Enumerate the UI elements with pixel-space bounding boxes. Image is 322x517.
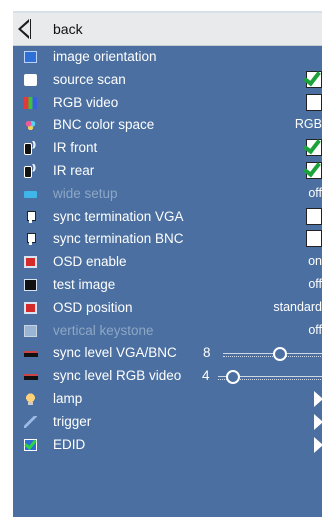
osd-position-value: standard <box>273 299 322 314</box>
menu-item-osd-enable[interactable]: OSD enable on <box>13 251 322 274</box>
menu-item-label: vertical keystone <box>53 322 154 338</box>
sync-level-rgb-video-knob[interactable] <box>226 370 240 385</box>
menu-item-label: lamp <box>53 390 83 406</box>
menu-item-osd-position[interactable]: OSD position standard <box>13 297 322 320</box>
menu-item-label: BNC color space <box>53 117 155 133</box>
menu-item-label: wide setup <box>53 185 118 201</box>
wide-setup-value: off <box>308 185 322 200</box>
osd-position-icon <box>24 301 37 314</box>
sync-termination-vga-icon <box>24 210 37 223</box>
test-image-icon <box>24 278 37 291</box>
osd-enable-value: on <box>308 254 322 269</box>
menu-item-sync-termination-vga[interactable]: sync termination VGA <box>13 206 322 229</box>
lamp-icon <box>24 392 37 405</box>
ir-rear-checkbox[interactable] <box>306 161 322 179</box>
menu-item-ir-rear[interactable]: IR rear <box>13 160 322 183</box>
back-label: back <box>53 21 83 37</box>
menu-item-label: EDID <box>53 436 86 452</box>
menu-item-lamp[interactable]: lamp <box>13 388 322 411</box>
back-bar-icon <box>30 19 31 39</box>
menu-item-label: OSD position <box>53 299 133 315</box>
menu-item-label: source scan <box>53 71 126 87</box>
source-scan-checkbox[interactable] <box>306 70 322 88</box>
menu-item-trigger[interactable]: trigger <box>13 411 322 434</box>
menu-item-edid[interactable]: EDID <box>13 434 322 457</box>
sync-termination-vga-checkbox[interactable] <box>306 207 322 225</box>
menu-item-vertical-keystone: vertical keystone off <box>13 320 322 343</box>
submenu-arrow-icon <box>314 390 322 407</box>
menu-item-label: sync level RGB video <box>53 368 182 384</box>
menu-item-sync-termination-bnc[interactable]: sync termination BNC <box>13 228 322 251</box>
bnc-color-space-icon <box>24 119 37 132</box>
menu-item-label: sync level VGA/BNC <box>53 345 177 361</box>
ir-front-checkbox[interactable] <box>306 139 322 157</box>
image-orientation-icon <box>24 51 37 63</box>
menu-item-wide-setup: wide setup off <box>13 183 322 206</box>
back-arrow-icon <box>18 19 29 39</box>
vertical-keystone-value: off <box>308 322 322 337</box>
trigger-icon <box>24 415 37 428</box>
menu-item-label: sync termination BNC <box>53 231 184 247</box>
ir-front-icon <box>24 140 37 156</box>
menu-item-label: IR front <box>53 140 98 156</box>
menu-item-label: trigger <box>53 413 92 429</box>
menu-item-label: OSD enable <box>53 254 127 270</box>
menu-item-label: image orientation <box>53 49 157 64</box>
ir-rear-icon <box>24 163 37 178</box>
sync-termination-bnc-checkbox[interactable] <box>306 230 322 248</box>
rgb-video-checkbox[interactable] <box>306 93 322 111</box>
menu-item-label: RGB video <box>53 94 119 110</box>
menu-item-image-orientation[interactable]: image orientation <box>13 46 322 69</box>
submenu-arrow-icon <box>314 436 322 453</box>
osd-enable-icon <box>24 256 37 269</box>
submenu-arrow-icon <box>314 413 322 430</box>
back-button[interactable]: back <box>13 13 322 46</box>
vertical-keystone-icon <box>24 324 37 337</box>
menu-item-sync-level-rgb-video[interactable]: sync level RGB video 4 <box>13 365 322 388</box>
bnc-color-space-value: RGB <box>294 117 322 132</box>
menu-item-ir-front[interactable]: IR front <box>13 137 322 160</box>
menu-item-label: IR rear <box>53 162 95 178</box>
menu-item-source-scan[interactable]: source scan <box>13 69 322 92</box>
menu-item-rgb-video[interactable]: RGB video <box>13 92 322 115</box>
sync-level-rgb-video-value: 4 <box>202 368 210 384</box>
sync-level-vga-bnc-value: 8 <box>203 345 211 361</box>
sync-level-vga-bnc-knob[interactable] <box>273 347 287 362</box>
menu-item-bnc-color-space[interactable]: BNC color space RGB <box>13 114 322 137</box>
sync-level-vga-bnc-icon <box>24 347 38 359</box>
menu-item-sync-level-vga-bnc[interactable]: sync level VGA/BNC 8 <box>13 342 322 365</box>
edid-icon <box>24 438 37 451</box>
wide-setup-icon <box>24 190 37 198</box>
source-scan-icon <box>24 73 37 86</box>
sync-termination-bnc-icon <box>24 233 37 246</box>
settings-menu: back image orientation source scan RGB v… <box>13 11 322 517</box>
menu-item-test-image[interactable]: test image off <box>13 274 322 297</box>
test-image-value: off <box>308 276 322 291</box>
rgb-video-icon <box>24 96 37 109</box>
menu-item-label: test image <box>53 276 116 292</box>
menu-item-label: sync termination VGA <box>53 208 184 224</box>
sync-level-rgb-video-icon <box>24 370 38 382</box>
